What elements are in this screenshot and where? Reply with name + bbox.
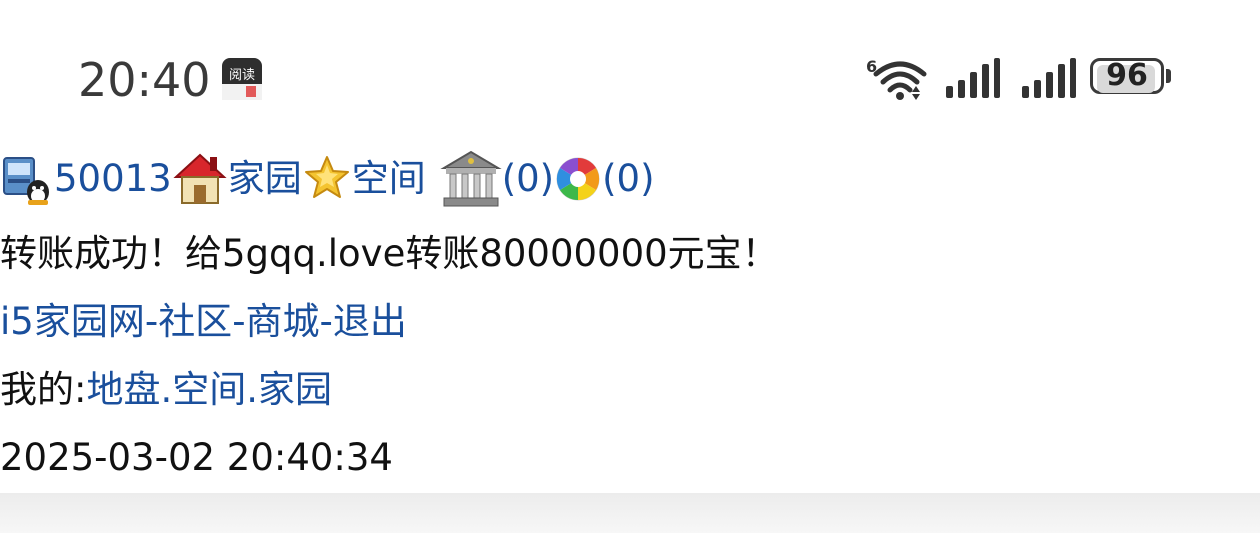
my-home-link[interactable]: 家园 [258, 368, 332, 411]
site-home-link[interactable]: i5家园网 [0, 300, 145, 343]
reader-app-icon: 阅读 [222, 58, 262, 100]
nav-bar: 50013 家园 空间 (0) (0) [0, 138, 1260, 220]
app-icon-label: 阅读 [229, 68, 255, 83]
page-shadow [0, 493, 1260, 533]
signal-icon [946, 58, 1000, 98]
status-bar: 20:40 阅读 6 96 [0, 0, 1260, 140]
logout-link[interactable]: 退出 [333, 300, 407, 343]
home-link[interactable]: 家园 [228, 138, 302, 220]
my-space-link[interactable]: 空间 [172, 368, 246, 411]
mall-link[interactable]: 商城 [246, 300, 320, 343]
bank-icon[interactable] [440, 148, 502, 210]
community-link[interactable]: 社区 [158, 300, 232, 343]
page-content: 50013 家园 空间 (0) (0) 转账成功！给5gqq.love转账800… [0, 138, 1260, 492]
battery-icon: 96 [1090, 58, 1176, 98]
star-space-icon[interactable] [302, 151, 352, 207]
site-links: i5家园网-社区-商城-退出 [0, 288, 1260, 356]
server-timestamp: 2025-03-02 20:40:34 [0, 436, 393, 479]
page: 20:40 阅读 6 96 50013 家园 空间 (0) (0) 转账成功！给… [0, 0, 1260, 493]
space-link[interactable]: 空间 [352, 138, 426, 220]
link-separator: - [232, 300, 246, 343]
signal-icon-2 [1022, 58, 1076, 98]
my-prefix: 我的: [0, 368, 87, 411]
link-separator: - [144, 300, 159, 343]
link-separator: - [319, 300, 333, 343]
my-links: 我的:地盘.空间.家园 [0, 356, 1260, 424]
dot-separator: . [160, 368, 173, 411]
battery-percent: 96 [1106, 58, 1148, 93]
bank-count-link[interactable]: (0) [502, 138, 554, 220]
photo-album-icon[interactable] [554, 155, 602, 203]
status-time: 20:40 [78, 53, 211, 107]
wifi-icon: 6 [866, 57, 927, 100]
user-id-link[interactable]: 50013 [54, 138, 172, 220]
photo-count-link[interactable]: (0) [602, 138, 654, 220]
dot-separator: . [246, 368, 258, 411]
home-icon[interactable] [172, 149, 228, 209]
user-qq-icon[interactable] [0, 150, 54, 208]
my-territory-link[interactable]: 地盘 [86, 368, 160, 411]
transfer-message: 转账成功！给5gqq.love转账80000000元宝！ [0, 232, 779, 275]
